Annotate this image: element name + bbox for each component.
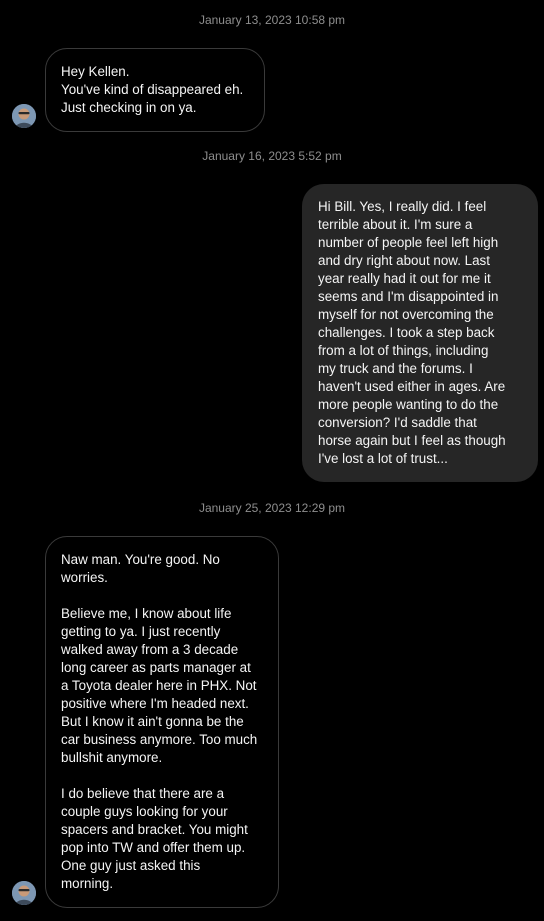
timestamp: January 13, 2023 10:58 pm	[198, 13, 346, 27]
timestamp: January 16, 2023 5:52 pm	[202, 149, 342, 163]
avatar[interactable]	[12, 881, 36, 905]
incoming-message[interactable]: Hey Kellen. You've kind of disappeared e…	[45, 48, 265, 132]
outgoing-message[interactable]: Hi Bill. Yes, I really did. I feel terri…	[302, 184, 538, 482]
avatar-photo-icon	[12, 104, 36, 128]
avatar-photo-icon	[12, 881, 36, 905]
avatar[interactable]	[12, 104, 36, 128]
timestamp: January 25, 2023 12:29 pm	[198, 501, 346, 515]
message-thread: January 13, 2023 10:58 pm Hey Kellen. Yo…	[0, 0, 544, 921]
incoming-message[interactable]: Naw man. You're good. No worries. Believ…	[45, 536, 279, 908]
